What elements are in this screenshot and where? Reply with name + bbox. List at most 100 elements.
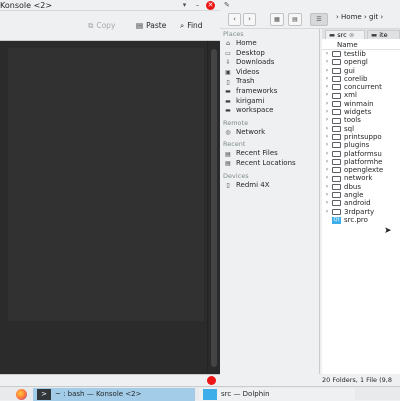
file-row[interactable]: › tools <box>322 116 400 124</box>
places-section-header: Places <box>223 30 244 38</box>
chevron-right-icon[interactable]: › <box>322 174 332 182</box>
places-item-label: Home <box>236 39 257 47</box>
column-header-name[interactable]: Name <box>322 40 400 50</box>
places-item[interactable]: ▬ kirigami <box>220 97 319 107</box>
file-row[interactable]: › sql <box>322 125 400 133</box>
tab-src[interactable]: ▬ src ⊗ <box>325 30 365 39</box>
file-row[interactable]: › winmain <box>322 100 400 108</box>
file-row[interactable]: › 3rdparty <box>322 208 400 216</box>
folder-icon <box>332 84 341 91</box>
taskbar: > ~ : bash — Konsole <2> src — Dolphin <box>0 386 400 401</box>
minimize-icon[interactable]: – <box>193 1 202 10</box>
breadcrumb-separator: › <box>380 13 384 21</box>
forward-button[interactable]: › <box>243 13 256 26</box>
chevron-right-icon[interactable]: › <box>322 208 332 216</box>
file-name: plugins <box>344 141 370 150</box>
file-row[interactable]: › platformsu <box>322 150 400 158</box>
file-row[interactable]: › opengl <box>322 58 400 66</box>
back-button[interactable]: ‹ <box>228 13 241 26</box>
chevron-right-icon[interactable]: › <box>322 116 332 124</box>
places-panel: Places ⌂ Home ▭ Desktop ⇩ Downloads ▣ Videos ▯ Tra… <box>220 29 320 374</box>
file-row[interactable]: › concurrent <box>322 83 400 91</box>
file-row[interactable]: › platformhe <box>322 158 400 166</box>
task-dolphin[interactable]: src — Dolphin <box>199 388 355 401</box>
close-icon[interactable]: ⊗ <box>349 31 354 39</box>
places-item[interactable]: ⇩ Downloads <box>220 58 319 68</box>
pin-icon[interactable]: ✎ <box>224 1 230 9</box>
chevron-right-icon[interactable]: › <box>322 191 332 199</box>
file-name: 3rdparty <box>344 207 375 216</box>
chevron-right-icon[interactable]: › <box>322 150 332 158</box>
file-row[interactable]: › corelib <box>322 75 400 83</box>
file-row[interactable]: › network <box>322 174 400 182</box>
file-row[interactable]: › testlib <box>322 50 400 58</box>
compact-view-icon[interactable]: ▤ <box>288 13 302 26</box>
firefox-icon[interactable] <box>16 389 27 400</box>
task-konsole[interactable]: > ~ : bash — Konsole <2> <box>33 388 195 401</box>
folder-icon <box>332 159 341 165</box>
terminal-panel[interactable] <box>8 48 204 321</box>
konsole-titlebar: Konsole <2> ▾ – ✕ <box>0 0 220 11</box>
folder-icon <box>332 109 341 116</box>
chevron-right-icon[interactable]: › <box>322 183 332 191</box>
places-item-label: Recent Locations <box>236 158 296 167</box>
file-row[interactable]: › printsuppo <box>322 133 400 141</box>
places-item[interactable]: ▭ Desktop <box>220 49 319 59</box>
chevron-right-icon[interactable]: › <box>322 141 332 149</box>
file-row[interactable]: › gui <box>322 67 400 75</box>
chevron-right-icon[interactable]: › <box>322 166 332 174</box>
places-item[interactable]: ▤ Recent Files <box>220 149 319 159</box>
chevron-right-icon[interactable]: › <box>322 133 332 141</box>
file-row[interactable]: › dbus <box>322 183 400 191</box>
places-item[interactable]: ▬ frameworks <box>220 87 319 97</box>
file-row[interactable]: › plugins <box>322 141 400 149</box>
chevron-right-icon[interactable]: › <box>322 91 332 99</box>
chevron-right-icon[interactable]: › <box>322 158 332 166</box>
file-row[interactable]: › widgets <box>322 108 400 116</box>
chevron-right-icon[interactable]: › <box>322 100 332 108</box>
chevron-right-icon[interactable]: › <box>322 125 332 133</box>
places-item-label: Videos <box>236 67 260 76</box>
places-item[interactable]: ◎ Network <box>220 128 319 138</box>
file-row[interactable]: › openglexte <box>322 166 400 174</box>
window-menu-icon[interactable]: ▾ <box>180 1 189 10</box>
paste-button[interactable]: ▤ Paste <box>136 11 166 41</box>
chevron-right-icon[interactable]: › <box>322 58 332 66</box>
chevron-right-icon[interactable]: › <box>322 83 332 91</box>
chevron-right-icon[interactable]: › <box>322 75 332 83</box>
file-name: printsuppo <box>344 132 382 141</box>
places-item[interactable]: ▯ Trash <box>220 77 319 87</box>
folder-icon <box>332 125 341 132</box>
places-item[interactable]: ▯ Redmi 4X <box>220 181 319 191</box>
file-row[interactable]: › xml <box>322 91 400 99</box>
copy-button[interactable]: ⧉ Copy <box>88 11 115 41</box>
home-icon: ⌂ <box>226 40 230 48</box>
trash-icon: ▯ <box>226 78 230 86</box>
places-item-label: Network <box>236 127 266 136</box>
chevron-right-icon[interactable]: › <box>322 50 332 58</box>
details-view-icon[interactable]: ☰ <box>310 13 328 26</box>
places-item[interactable]: ▬ workspace <box>220 106 319 116</box>
places-item[interactable]: ▣ Videos <box>220 68 319 78</box>
folder-icon <box>332 100 341 107</box>
places-item-label: Recent Files <box>236 149 278 158</box>
file-row[interactable]: › android <box>322 199 400 207</box>
chevron-right-icon[interactable]: › <box>322 199 332 207</box>
chevron-right-icon[interactable]: › <box>322 108 332 116</box>
places-item[interactable]: ▤ Recent Locations <box>220 159 319 169</box>
breadcrumb-home[interactable]: Home <box>341 13 362 21</box>
breadcrumb-git[interactable]: git <box>369 13 378 21</box>
close-icon[interactable]: ✕ <box>206 1 215 10</box>
tab-ite[interactable]: ▬ ite <box>367 30 400 39</box>
find-button[interactable]: ⌕ Find <box>180 11 203 41</box>
file-name: network <box>344 174 373 183</box>
close-icon[interactable] <box>207 376 216 385</box>
file-row[interactable]: Qt src.pro <box>322 216 400 224</box>
icons-view-icon[interactable]: ▦ <box>270 13 284 26</box>
terminal-scrollbar[interactable] <box>207 41 220 374</box>
places-item[interactable]: ⌂ Home <box>220 39 319 49</box>
folder-icon <box>332 142 341 149</box>
chevron-right-icon[interactable]: › <box>322 67 332 75</box>
terminal-scrollbar-thumb[interactable] <box>211 49 217 367</box>
file-row[interactable]: › angle <box>322 191 400 199</box>
